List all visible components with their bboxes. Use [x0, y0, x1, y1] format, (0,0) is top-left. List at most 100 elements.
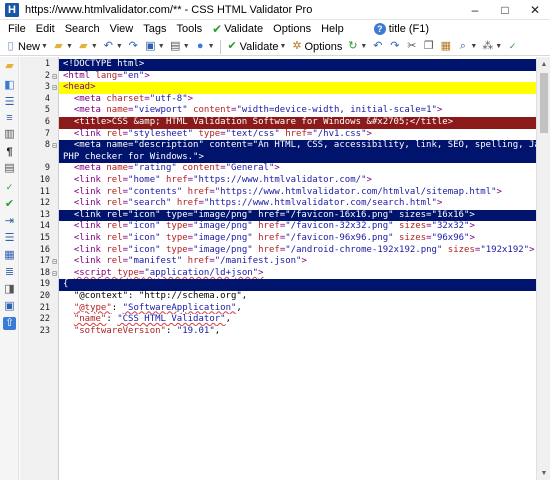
code-line[interactable]: {: [59, 279, 536, 291]
code-line[interactable]: <!DOCTYPE html>: [59, 59, 536, 71]
toggle-icon[interactable]: ◨: [3, 283, 16, 296]
spell-check-button[interactable]: ✓: [504, 39, 521, 55]
code-line[interactable]: PHP checker for Windows.">: [59, 151, 536, 164]
code-line[interactable]: "softwareVersion": "19.01",: [59, 326, 536, 338]
line-number: 10: [39, 175, 50, 185]
scroll-up-icon[interactable]: ▲: [537, 57, 550, 71]
fold-toggle-icon[interactable]: ⊟: [51, 140, 58, 152]
validate-button[interactable]: ✔ Validate ▼: [224, 39, 289, 55]
scrollbar-thumb[interactable]: [540, 73, 548, 133]
code-line[interactable]: <head>: [59, 82, 536, 94]
redo-edit-button[interactable]: ↷: [386, 39, 403, 55]
find-button[interactable]: ⌕ ▼: [454, 39, 479, 55]
copy-button[interactable]: ❐: [420, 39, 437, 55]
paste-button[interactable]: ▦: [437, 39, 454, 55]
list-icon[interactable]: ≣: [3, 266, 16, 279]
table-icon[interactable]: ▦: [3, 249, 16, 262]
redo-button[interactable]: ↷: [125, 39, 142, 55]
browser-icon[interactable]: ◧: [3, 79, 16, 92]
code-line[interactable]: "@type": "SoftwareApplication",: [59, 303, 536, 315]
code-token: type: [165, 244, 188, 255]
fold-toggle-icon[interactable]: ⊟: [51, 71, 58, 83]
split-icon[interactable]: ▥: [3, 128, 16, 141]
open-recent-button[interactable]: ▰ ▼: [75, 39, 100, 55]
print-icon: ▤: [170, 40, 181, 52]
close-button[interactable]: ✕: [520, 0, 550, 20]
scroll-down-icon[interactable]: ▼: [537, 466, 550, 480]
fold-toggle-icon[interactable]: ⊟: [51, 256, 58, 268]
code-token: "contents": [128, 186, 183, 197]
wrap-icon[interactable]: ▤: [3, 162, 16, 175]
undo-edit-button[interactable]: ↶: [369, 39, 386, 55]
code-line[interactable]: <meta name="rating" content="General">: [59, 163, 536, 175]
window-icon[interactable]: ▣: [3, 300, 16, 313]
help-toolbar-button[interactable]: ● ▼: [192, 39, 217, 55]
menu-bar: File Edit Search View Tags Tools ✔ Valid…: [0, 20, 550, 38]
menu-options[interactable]: Options: [268, 23, 316, 35]
menu-file[interactable]: File: [3, 23, 31, 35]
minimize-button[interactable]: –: [460, 0, 490, 20]
code-line[interactable]: <title>CSS &amp; HTML Validation Softwar…: [59, 117, 536, 129]
vertical-scrollbar[interactable]: ▲ ▼: [536, 57, 550, 480]
code-line[interactable]: <link rel="icon" type="image/png" href="…: [59, 233, 536, 245]
code-token: >: [469, 233, 475, 243]
code-line[interactable]: <html lang="en">: [59, 71, 536, 83]
code-token: :: [165, 325, 177, 336]
code-line[interactable]: <link rel="contents" href="https://www.h…: [59, 187, 536, 199]
code-line[interactable]: "name": "CSS HTML Validator",: [59, 314, 536, 326]
code-line[interactable]: "@context": "http://schema.org",: [59, 291, 536, 303]
code-line[interactable]: <link rel="stylesheet" type="text/css" h…: [59, 129, 536, 141]
code-line[interactable]: <link rel="manifest" href="/manifest.jso…: [59, 256, 536, 268]
code-token: name: [106, 163, 129, 174]
code-line[interactable]: <meta charset="utf-8">: [59, 94, 536, 106]
menu-validate[interactable]: ✔ Validate: [207, 22, 268, 36]
window-controls: – □ ✕: [460, 0, 550, 20]
code-line[interactable]: <link rel="search" href="https://www.htm…: [59, 198, 536, 210]
tag-tools-button[interactable]: ⁂ ▼: [479, 39, 504, 55]
code-token: "/hv1.css": [312, 128, 367, 139]
code-line[interactable]: <link rel="icon" type="image/png" href="…: [59, 221, 536, 233]
code-line[interactable]: <link rel="icon" type="image/png" href="…: [59, 209, 536, 222]
menu-tools[interactable]: Tools: [171, 23, 207, 35]
undo-button[interactable]: ↶ ▼: [100, 39, 125, 55]
cut-button[interactable]: ✂: [403, 39, 420, 55]
code-line[interactable]: <meta name="description" content="An HTM…: [59, 140, 536, 152]
refresh-button[interactable]: ↻ ▼: [344, 39, 369, 55]
code-line[interactable]: <link rel="icon" type="image/png" href="…: [59, 245, 536, 257]
folder-icon[interactable]: ▰: [3, 60, 16, 73]
list-icon[interactable]: ☰: [3, 96, 16, 109]
code-token: href: [285, 128, 307, 139]
open-button[interactable]: ▰ ▼: [50, 39, 75, 55]
code-line[interactable]: <meta name="viewport" content="width=dev…: [59, 105, 536, 117]
indent-icon[interactable]: ⇥: [3, 215, 16, 228]
maximize-button[interactable]: □: [490, 0, 520, 20]
menu-edit[interactable]: Edit: [31, 23, 60, 35]
menu-search[interactable]: Search: [60, 23, 105, 35]
code-token: "utf-8": [149, 93, 188, 104]
menu-help[interactable]: Help: [316, 23, 349, 35]
save-button[interactable]: ▣ ▼: [142, 39, 167, 55]
print-button[interactable]: ▤ ▼: [167, 39, 192, 55]
code-area[interactable]: <!DOCTYPE html> <html lang="en"> <head> <m…: [59, 57, 536, 480]
fold-toggle-icon[interactable]: ⊟: [51, 82, 58, 94]
fold-toggle-icon[interactable]: ⊟: [51, 268, 58, 280]
pilcrow-icon[interactable]: ¶: [3, 146, 16, 159]
new-button[interactable]: ▯ New ▼: [2, 39, 50, 55]
code-line[interactable]: <script type="application/ld+json">: [59, 268, 536, 280]
outline-icon[interactable]: ≡: [3, 112, 16, 125]
code-token: :: [111, 302, 123, 313]
spellcheck-icon[interactable]: ✓: [3, 181, 16, 194]
align-icon[interactable]: ☰: [3, 232, 16, 245]
options-button[interactable]: ✲ Options: [288, 39, 344, 55]
checkmark-icon[interactable]: ✔: [3, 198, 16, 211]
code-line[interactable]: <link rel="home" href="https://www.htmlv…: [59, 175, 536, 187]
code-token: <head>: [63, 82, 96, 93]
up-arrow-icon[interactable]: ⇧: [3, 317, 16, 330]
menu-view[interactable]: View: [105, 23, 139, 35]
menu-tags[interactable]: Tags: [138, 23, 171, 35]
paste-icon: ▦: [440, 40, 452, 52]
context-help[interactable]: ? title (F1): [369, 23, 434, 35]
code-token: >: [366, 175, 372, 185]
code-editor[interactable]: 1 2 ⊟ 3 ⊟ 4 5 6 7 8 ⊟ 9 10 11 12 13 14 15 16 17 ⊟ 18 ⊟ 19 20 21 22…: [20, 57, 550, 480]
code-token: "SoftwareApplication": [122, 302, 237, 313]
